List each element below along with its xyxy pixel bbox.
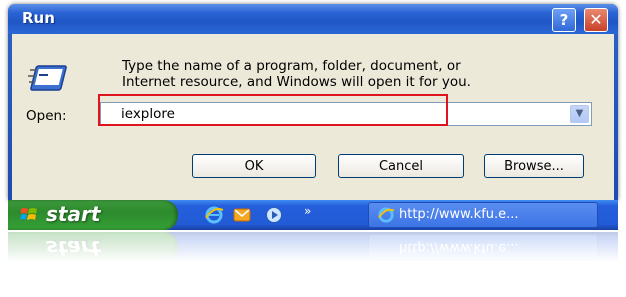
open-label: Open: [26,108,67,124]
description-line-2: Internet resource, and Windows will open… [122,74,471,90]
help-button[interactable]: ? [552,8,576,32]
title-bar[interactable]: Run ? ✕ [8,4,618,34]
question-mark-icon: ? [559,11,569,29]
description-line-1: Type the name of a program, folder, docu… [122,58,461,74]
start-label: start [46,202,101,226]
taskbar-window-label: http://www.kfu.e... [399,207,519,222]
run-dialog-icon [28,65,67,91]
start-button[interactable]: start [8,200,178,230]
dropdown-button[interactable]: ▼ [570,105,589,123]
media-player-icon[interactable] [264,206,284,224]
dialog-title: Run [22,9,55,27]
outlook-express-icon[interactable] [232,206,252,224]
taskbar: start » http://www.kfu.e... [8,200,618,230]
internet-explorer-icon[interactable] [204,206,224,224]
taskbar-reflection: start http://www.kfu.e... [8,232,618,262]
ok-button[interactable]: OK [192,154,316,178]
reflection-task-button: http://www.kfu.e... [368,234,598,260]
dialog-body: Type the name of a program, folder, docu… [12,34,614,200]
close-x-icon: ✕ [589,10,603,29]
reflection-start: start [8,232,178,262]
run-dialog: Run ? ✕ Type the name of a program, fold… [8,4,618,200]
browse-button[interactable]: Browse... [484,154,584,178]
quick-launch-overflow[interactable]: » [304,204,311,218]
cancel-button[interactable]: Cancel [338,154,464,178]
highlight-box [98,94,448,126]
taskbar-window-button[interactable]: http://www.kfu.e... [368,202,598,228]
windows-flag-icon [20,208,37,220]
internet-explorer-icon [378,207,395,223]
close-button[interactable]: ✕ [584,8,608,32]
dialog-description: Type the name of a program, folder, docu… [122,58,592,90]
reflection-start-label: start [46,236,101,260]
reflection-task-label: http://www.kfu.e... [399,240,519,255]
chevron-down-icon: ▼ [575,108,584,119]
